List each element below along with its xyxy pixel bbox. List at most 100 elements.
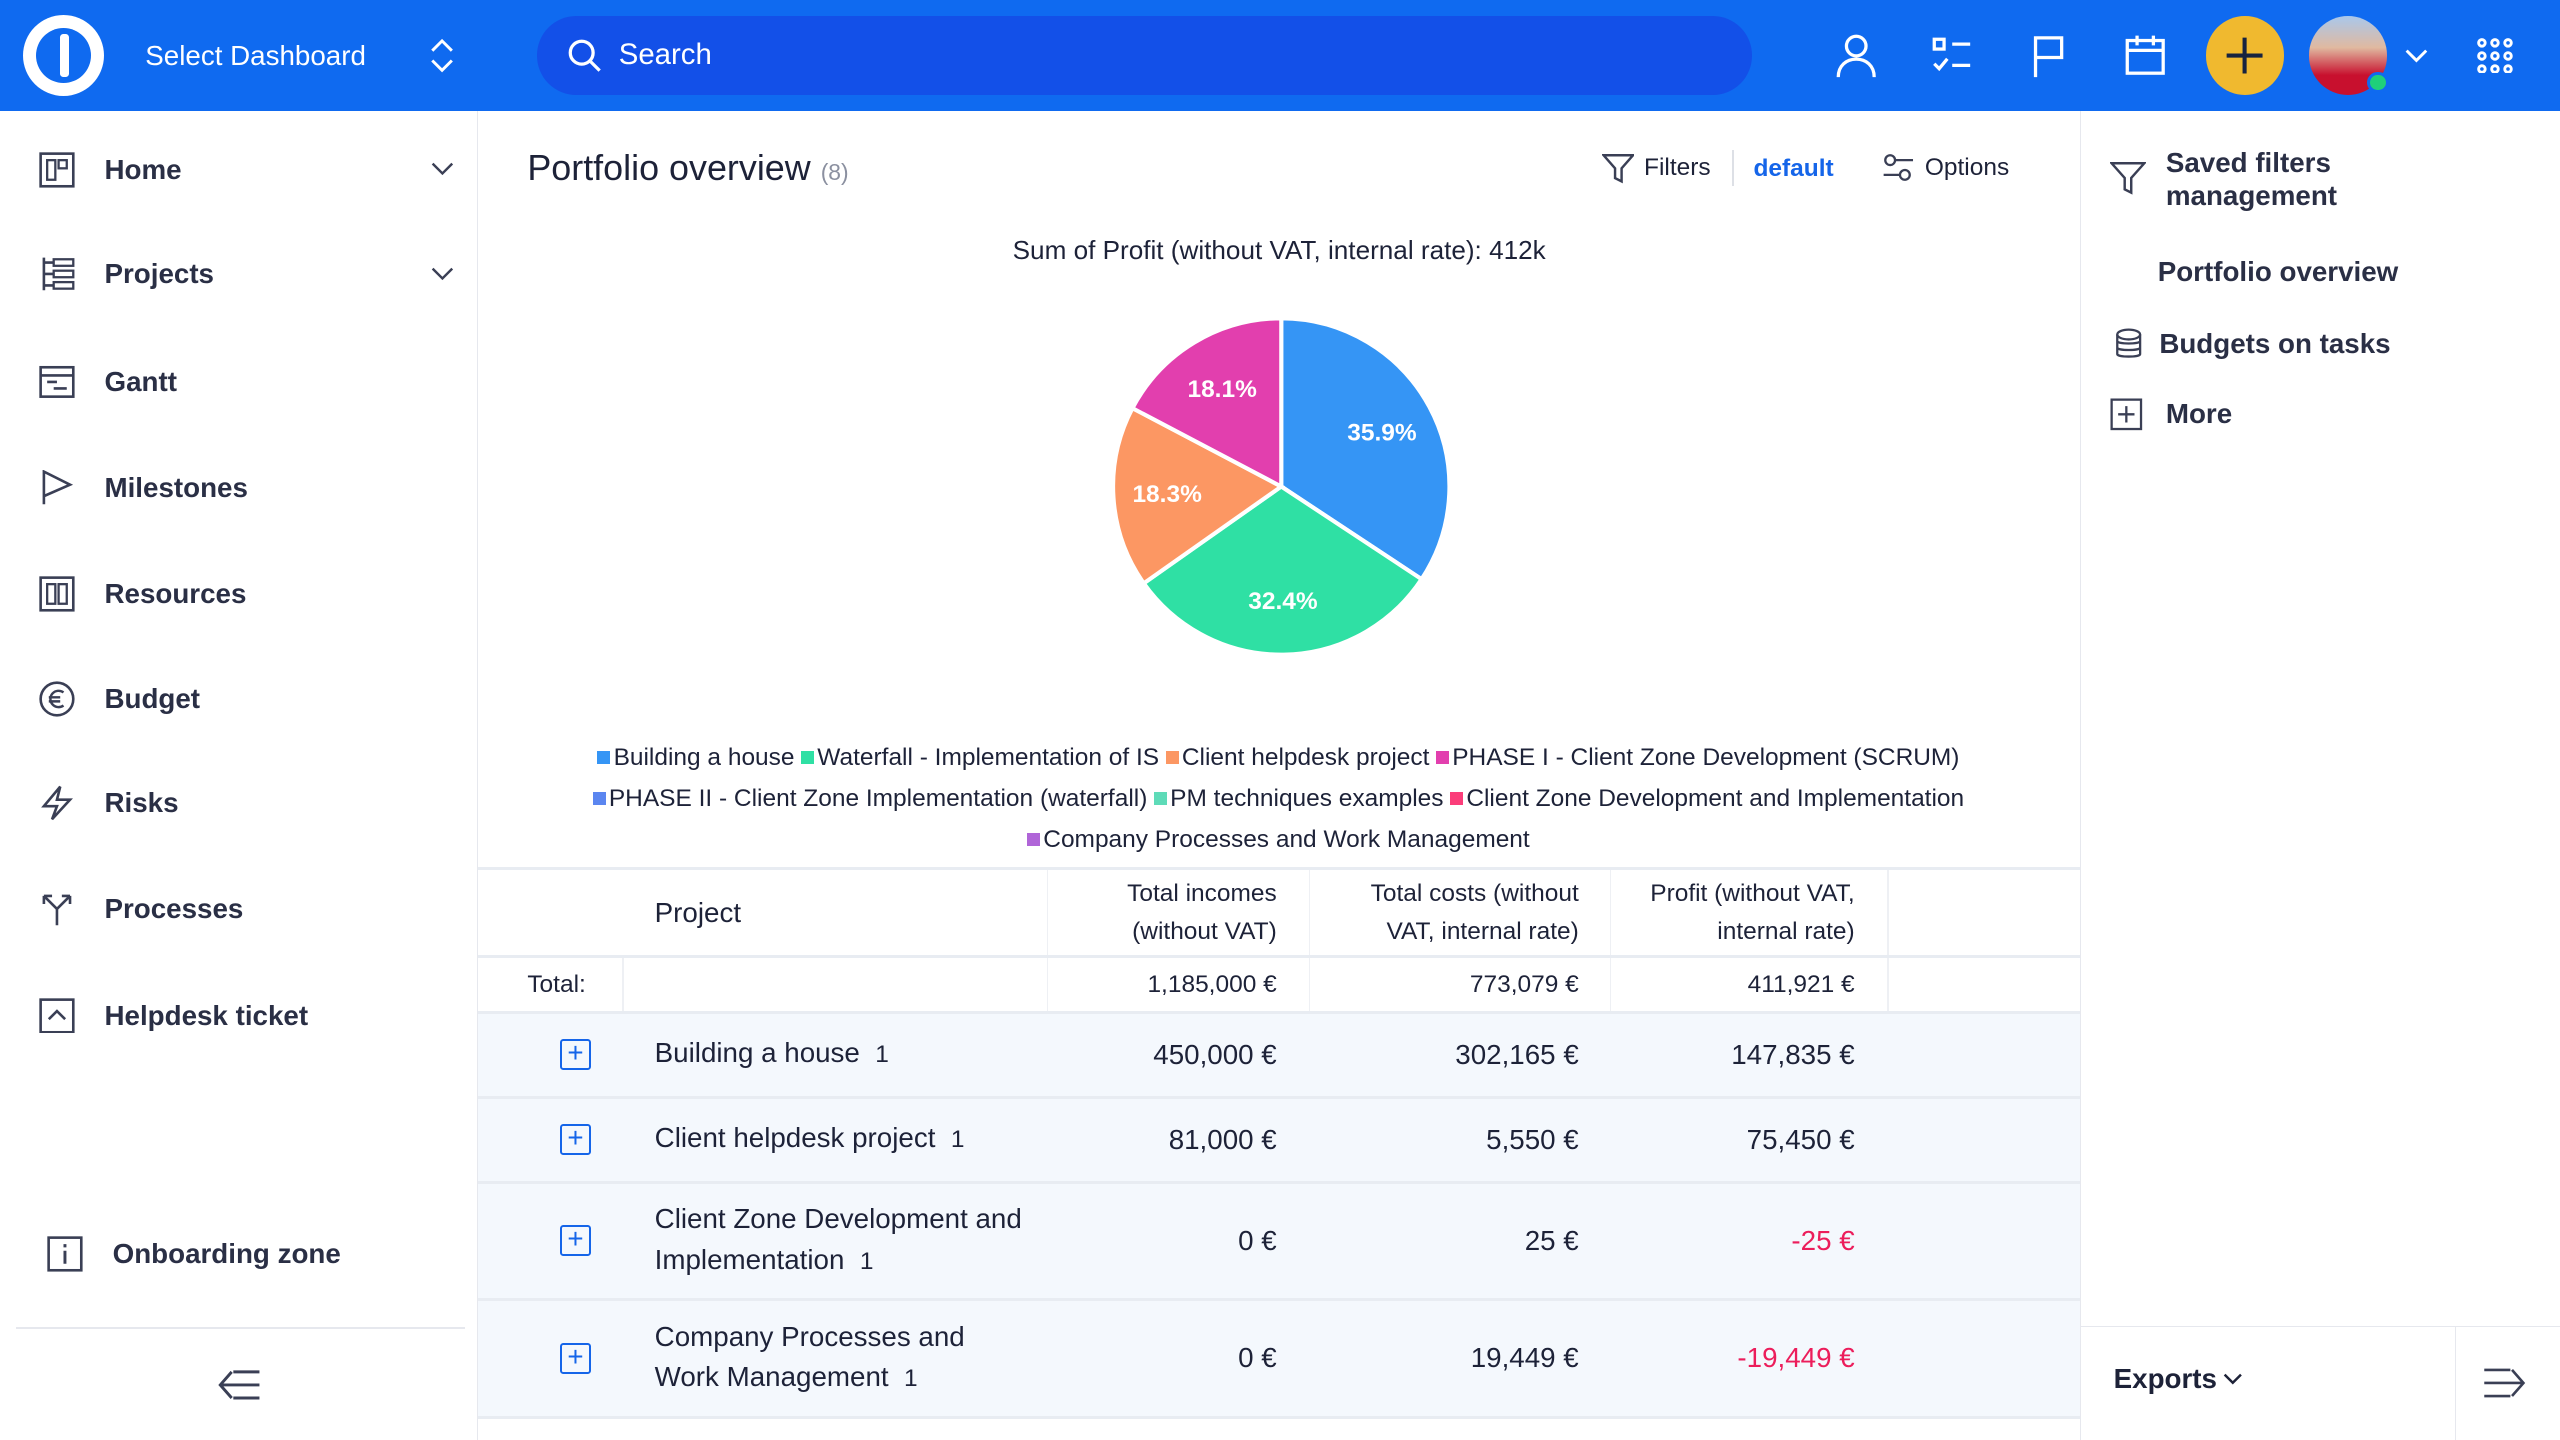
chevron-down-icon[interactable] [431, 162, 454, 177]
project-name[interactable]: Building a house 1 [655, 1014, 1031, 1096]
row-profit: -19,449 € [1737, 1342, 1855, 1374]
legend-label: PHASE II - Client Zone Implementation (w… [608, 785, 1148, 813]
expand-row-button[interactable]: + [559, 1039, 591, 1071]
legend-swatch [597, 751, 611, 765]
saved-filters-label: Saved filters management [2165, 146, 2338, 211]
calendar-icon[interactable] [2119, 29, 2171, 81]
exports-label: Exports [2113, 1363, 2217, 1395]
search-placeholder: Search [618, 38, 712, 72]
row-costs: 302,165 € [1455, 1038, 1579, 1070]
sidebar-item-label: Processes [104, 893, 244, 925]
pie-slice-label: 18.3% [1133, 481, 1203, 508]
saved-filter-budgets-on-tasks[interactable]: Budgets on tasks [2114, 328, 2391, 361]
divider [16, 1327, 466, 1329]
row-costs: 5,550 € [1486, 1123, 1579, 1155]
euro-icon [39, 681, 75, 717]
row-profit: -25 € [1791, 1224, 1855, 1256]
total-label: Total: [527, 970, 586, 998]
flag-icon [42, 470, 74, 505]
project-count: 1 [859, 1247, 874, 1275]
dashboard-label: Select Dashboard [145, 39, 366, 71]
user-icon[interactable] [1830, 29, 1882, 81]
chevron-down-icon[interactable] [2405, 49, 2428, 64]
sidebar-item-label: Risks [104, 787, 179, 819]
project-name[interactable]: Client helpdesk project 1 [655, 1099, 1031, 1181]
flag-icon[interactable] [2023, 29, 2075, 81]
legend-item[interactable]: Client Zone Development and Implementati… [1450, 779, 1964, 818]
collapse-sidebar-icon[interactable] [217, 1367, 263, 1403]
sidebar-item-budget[interactable]: Budget [0, 658, 478, 740]
legend-item[interactable]: Company Processes and Work Management [1026, 820, 1530, 859]
ticket-icon [39, 997, 75, 1034]
apps-grid-icon[interactable] [2476, 37, 2513, 74]
pie-slice-label: 32.4% [1249, 588, 1319, 615]
row-incomes: 0 € [1238, 1342, 1277, 1374]
legend-item[interactable]: Building a house [597, 738, 795, 777]
budgets-label: Budgets on tasks [2159, 328, 2391, 360]
project-link[interactable]: Client Zone Development and Implementati… [655, 1203, 1022, 1275]
right-panel: Saved filters management Portfolio overv… [2079, 111, 2560, 1440]
sidebar-item-risks[interactable]: Risks [0, 762, 478, 844]
fork-icon [42, 895, 72, 926]
project-name[interactable]: Client Zone Development and Implementati… [655, 1184, 1031, 1299]
saved-filter-portfolio-overview[interactable]: Portfolio overview [2158, 256, 2399, 288]
header-incomes[interactable]: Total incomes (without VAT) [1046, 869, 1277, 956]
legend-item[interactable]: PHASE I - Client Zone Development (SCRUM… [1435, 738, 1959, 777]
legend-swatch [1153, 792, 1167, 806]
sidebar-item-onboarding-zone[interactable]: Onboarding zone [0, 1213, 478, 1295]
expand-row-button[interactable]: + [559, 1343, 591, 1374]
sidebar-item-milestones[interactable]: Milestones [0, 447, 478, 529]
table-row: + Building a house 1 450,000 € 302,165 €… [478, 1013, 2080, 1099]
select-dashboard[interactable]: Select Dashboard [127, 0, 478, 111]
add-button[interactable] [2205, 16, 2285, 95]
sidebar-item-label: Home [104, 153, 182, 185]
online-status-dot [2367, 71, 2389, 94]
header-project[interactable]: Project [655, 870, 741, 955]
project-link[interactable]: Company Processes and Work Management [655, 1321, 965, 1393]
plus-square-icon [2110, 398, 2143, 431]
divider [2454, 1325, 2457, 1440]
legend-item[interactable]: PM techniques examples [1153, 779, 1444, 818]
expand-panel-icon[interactable] [2481, 1365, 2527, 1401]
project-name[interactable]: Company Processes and Work Management 1 [655, 1301, 1031, 1416]
sidebar-item-gantt[interactable]: Gantt [0, 341, 478, 423]
pie-slice-label: 35.9% [1348, 420, 1418, 447]
sidebar-item-processes[interactable]: Processes [0, 869, 478, 951]
search-input[interactable]: Search [537, 16, 1752, 95]
sidebar-item-projects[interactable]: Projects [0, 233, 478, 315]
row-incomes: 0 € [1238, 1224, 1277, 1256]
filter-icon [2110, 162, 2147, 195]
project-link[interactable]: Building a house [655, 1037, 860, 1068]
legend-label: Building a house [613, 744, 795, 772]
task-list-icon[interactable] [1927, 29, 1979, 81]
chart-legend: Building a house Waterfall - Implementati… [536, 736, 2022, 859]
project-link[interactable]: Client helpdesk project [655, 1122, 936, 1153]
legend-item[interactable]: Client helpdesk project [1165, 738, 1429, 777]
sidebar-item-label: Resources [104, 578, 247, 610]
chevron-down-icon[interactable] [431, 267, 454, 282]
sidebar-item-home[interactable]: Home [0, 129, 478, 211]
header-costs[interactable]: Total costs (without VAT, internal rate) [1309, 869, 1579, 956]
legend-label: Company Processes and Work Management [1043, 826, 1530, 854]
divider [2080, 1325, 2560, 1328]
legend-item[interactable]: Waterfall - Implementation of IS [801, 738, 1159, 777]
more-label: More [2165, 398, 2233, 430]
header-profit[interactable]: Profit (without VAT, internal rate) [1609, 869, 1855, 956]
logo[interactable] [22, 14, 105, 97]
sidebar-item-helpdesk-ticket[interactable]: Helpdesk ticket [0, 975, 478, 1057]
total-row: Total: 1,185,000 € 773,079 € 411,921 € [478, 958, 2080, 1014]
table-header: Project Total incomes (without VAT) Tota… [478, 866, 2080, 959]
onboarding-label: Onboarding zone [112, 1237, 341, 1269]
expand-row-button[interactable]: + [559, 1225, 591, 1257]
expand-row-button[interactable]: + [559, 1124, 591, 1156]
sidebar-item-resources[interactable]: Resources [0, 553, 478, 635]
sidebar-item-label: Budget [104, 682, 201, 714]
row-profit: 147,835 € [1731, 1038, 1855, 1070]
more-button[interactable]: More [2110, 398, 2232, 431]
saved-filters-management[interactable]: Saved filters management [2110, 147, 2394, 212]
legend-item[interactable]: PHASE II - Client Zone Implementation (w… [592, 779, 1148, 818]
row-costs: 19,449 € [1470, 1342, 1579, 1374]
lightning-icon [41, 786, 74, 821]
legend-swatch [1450, 792, 1464, 806]
exports-dropdown[interactable]: Exports [2114, 1363, 2243, 1395]
